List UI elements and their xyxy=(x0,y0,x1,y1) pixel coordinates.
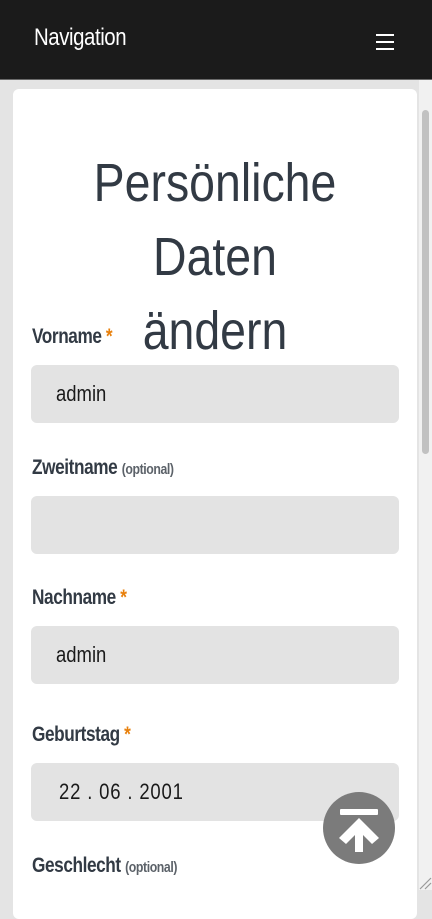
page-title-line2: ändern xyxy=(142,301,288,361)
geburtstag-value: 22 . 06 . 2001 xyxy=(59,779,184,804)
geschlecht-label: Geschlecht (optional) xyxy=(32,854,177,878)
vorname-field[interactable]: admin xyxy=(31,365,399,423)
zweitname-label-text: Zweitname xyxy=(32,456,118,479)
hamburger-menu-icon[interactable] xyxy=(374,31,396,51)
scrollbar-thumb[interactable] xyxy=(422,110,429,454)
zweitname-field[interactable] xyxy=(31,496,399,554)
vorname-value: admin xyxy=(56,381,107,406)
zweitname-label: Zweitname (optional) xyxy=(32,456,174,480)
optional-marker: (optional) xyxy=(125,859,178,876)
geburtstag-label-text: Geburtstag xyxy=(32,723,120,746)
nav-brand[interactable]: Navigation xyxy=(34,24,127,52)
menu-line xyxy=(376,41,394,43)
arrow-to-top-icon xyxy=(339,809,379,852)
geburtstag-label: Geburtstag * xyxy=(32,723,131,747)
required-marker: * xyxy=(124,723,131,746)
resize-grip-icon[interactable] xyxy=(416,874,432,890)
required-marker: * xyxy=(120,586,127,609)
optional-marker: (optional) xyxy=(121,461,174,478)
vorname-label: Vorname * xyxy=(32,325,113,349)
page-title-line1: Persönliche Daten xyxy=(93,153,337,287)
page-scrollbar[interactable] xyxy=(419,80,432,890)
vorname-label-text: Vorname xyxy=(32,325,102,348)
nachname-value: admin xyxy=(56,642,107,667)
nachname-field[interactable]: admin xyxy=(31,626,399,684)
menu-line xyxy=(376,48,394,50)
nachname-label-text: Nachname xyxy=(32,586,116,609)
required-marker: * xyxy=(105,325,113,348)
geschlecht-label-text: Geschlecht xyxy=(32,854,121,877)
top-navigation-bar: Navigation xyxy=(0,0,432,80)
nachname-label: Nachname * xyxy=(32,586,127,610)
menu-line xyxy=(376,34,394,36)
scroll-to-top-button[interactable] xyxy=(323,792,395,864)
